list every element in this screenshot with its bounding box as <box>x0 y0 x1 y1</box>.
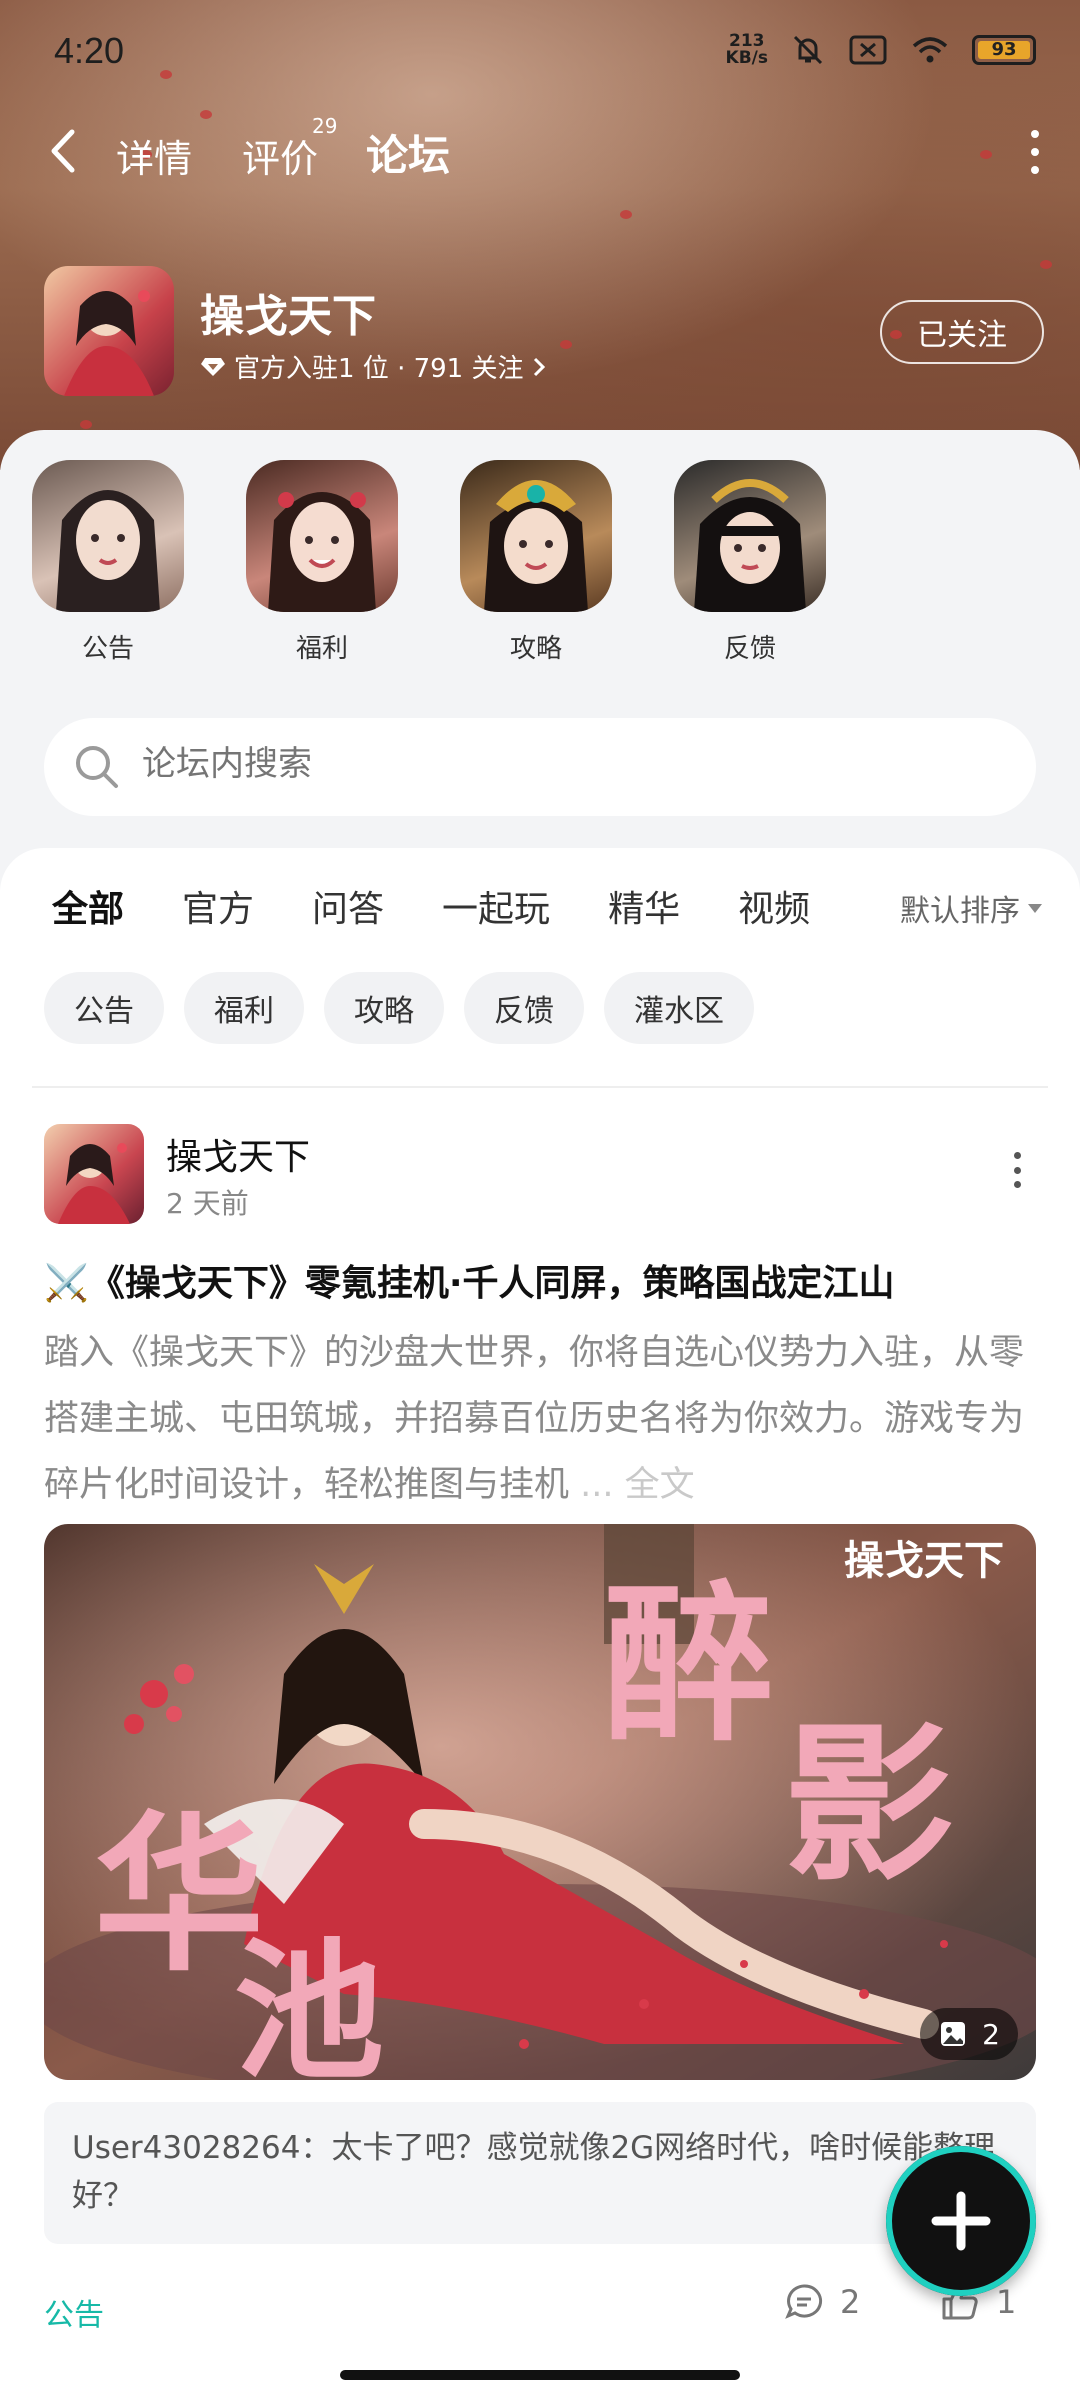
post-image[interactable]: 操戈天下 华 池 醉 影 2 <box>44 1524 1036 2080</box>
category-guide[interactable]: 攻略 <box>460 460 612 665</box>
image-logo-text: 操戈天下 <box>844 1537 1004 1584</box>
chip-welfare[interactable]: 福利 <box>184 972 304 1044</box>
post-more-icon[interactable] <box>1014 1152 1024 1188</box>
image-count-badge: 2 <box>920 2008 1018 2060</box>
tab-qa[interactable]: 问答 <box>312 880 384 932</box>
game-name: 操戈天下 <box>200 291 376 342</box>
avatar <box>674 460 826 612</box>
forum-search[interactable] <box>44 718 1036 816</box>
game-meta[interactable]: 官方入驻1 位 · 791 关注 <box>200 348 546 385</box>
tab-official[interactable]: 官方 <box>182 880 254 932</box>
calligraphy-char-3: 醉 <box>604 1565 774 1765</box>
post-time: 2 天前 <box>166 1187 249 1220</box>
wifi-icon <box>912 37 948 63</box>
home-indicator[interactable] <box>340 2370 740 2380</box>
chip-feedback[interactable]: 反馈 <box>464 972 584 1044</box>
avatar <box>246 460 398 612</box>
create-post-button[interactable] <box>886 2146 1036 2296</box>
chip-chat[interactable]: 灌水区 <box>604 972 754 1044</box>
status-time: 4:20 <box>54 30 125 71</box>
avatar[interactable] <box>44 1124 144 1224</box>
chip-guide[interactable]: 攻略 <box>324 972 444 1044</box>
battery-icon: 93 <box>972 35 1036 65</box>
tab-reviews[interactable]: 评价 29 <box>242 114 337 183</box>
comment-icon <box>785 2284 823 2319</box>
top-nav: 详情 评价 29 论坛 <box>0 110 1080 191</box>
more-options-icon[interactable] <box>1020 130 1050 174</box>
feed-tabs: 全部 官方 问答 一起玩 精华 视频 <box>52 880 868 938</box>
category-feedback[interactable]: 反馈 <box>674 460 826 665</box>
post-body: 踏入《操戈天下》的沙盘大世界，你将自选心仪势力入驻，从零搭建主城、屯田筑城，并招… <box>44 1333 1025 1505</box>
divider <box>32 1086 1048 1088</box>
tab-forum[interactable]: 论坛 <box>362 122 456 191</box>
plus-icon <box>931 2191 991 2251</box>
post-footer: 公告 2 1 <box>44 2282 1036 2342</box>
review-count-badge: 29 <box>312 114 338 138</box>
follow-button[interactable]: 已关注 <box>880 300 1044 364</box>
gallery-icon <box>941 2022 966 2046</box>
tab-details[interactable]: 详情 <box>116 128 192 183</box>
category-welfare[interactable]: 福利 <box>246 460 398 665</box>
tab-featured[interactable]: 精华 <box>608 880 680 932</box>
calligraphy-char-4: 影 <box>784 1705 954 1905</box>
chevron-right-icon <box>533 357 545 376</box>
tab-video[interactable]: 视频 <box>738 880 810 932</box>
tab-play-together[interactable]: 一起玩 <box>442 880 550 932</box>
tab-all[interactable]: 全部 <box>52 880 126 938</box>
search-icon <box>76 746 118 788</box>
net-speed: 213 KB/s <box>725 31 768 68</box>
comment-button[interactable]: 2 <box>784 2282 860 2322</box>
category-announcement[interactable]: 公告 <box>32 460 184 665</box>
category-shortcuts: 公告 福利 攻略 反馈 <box>32 460 826 665</box>
active-tab-indicator <box>362 179 456 191</box>
caret-down-icon <box>1028 903 1042 913</box>
sim-off-icon <box>849 35 887 65</box>
forum-panel: 公告 福利 攻略 反馈 <box>0 430 1080 860</box>
diamond-icon <box>201 357 225 376</box>
post-title: ⚔️《操戈天下》零氪挂机·千人同屏，策略国战定江山 <box>44 1263 895 1304</box>
post-tag[interactable]: 公告 <box>44 2290 104 2334</box>
sort-dropdown[interactable]: 默认排序 <box>900 886 1042 930</box>
back-icon[interactable] <box>44 126 84 176</box>
game-icon[interactable] <box>44 266 174 396</box>
bell-mute-icon <box>793 35 823 65</box>
status-icons: 213 KB/s 93 <box>726 32 1036 68</box>
status-bar: 4:20 213 KB/s 93 <box>0 0 1080 100</box>
chip-announcement[interactable]: 公告 <box>44 972 164 1044</box>
avatar <box>32 460 184 612</box>
calligraphy-char-2: 池 <box>234 1924 384 2080</box>
game-info: 操戈天下 官方入驻1 位 · 791 关注 已关注 <box>44 266 1044 398</box>
post-author[interactable]: 操戈天下 <box>166 1128 310 1180</box>
search-input[interactable] <box>142 744 942 784</box>
filter-chips: 公告 福利 攻略 反馈 灌水区 <box>44 972 754 1044</box>
expand-fulltext-link[interactable]: 全文 <box>625 1465 695 1505</box>
avatar <box>460 460 612 612</box>
